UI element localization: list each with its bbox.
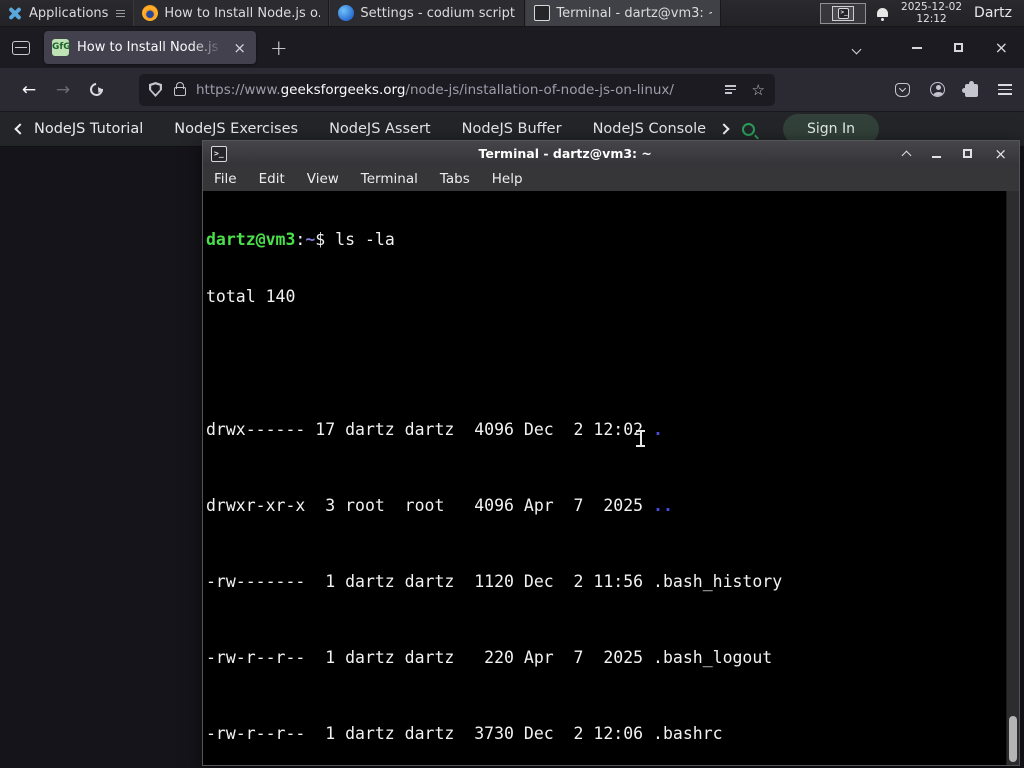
app-menu-icon[interactable] (998, 83, 1012, 96)
browser-window-controls: × (911, 39, 1024, 56)
terminal-scrollbar[interactable] (1006, 191, 1019, 765)
extensions-puzzle-icon[interactable] (962, 81, 978, 97)
applications-menu-button[interactable]: Applications (0, 0, 133, 26)
clock-date: 2025-12-02 (901, 1, 963, 13)
file-name: .bashrc (653, 724, 723, 743)
scrollbar-thumb[interactable] (1009, 716, 1017, 762)
lock-icon[interactable] (174, 82, 186, 96)
file-name: .bash_logout (653, 648, 773, 667)
nav-scroll-right-icon[interactable] (718, 121, 730, 137)
file-name: .. (653, 496, 673, 515)
geeksforgeeks-favicon: GfG (52, 39, 71, 56)
distro-logo-icon (6, 5, 23, 22)
listing-row: drwx------ 17 dartz dartz 4096 Dec 2 12:… (206, 420, 663, 439)
terminal-menu-item[interactable]: File (203, 171, 248, 187)
list-all-tabs-icon[interactable] (851, 38, 862, 57)
firefox-view-icon[interactable] (12, 40, 30, 55)
terminal-menu-item[interactable]: Help (481, 171, 534, 187)
site-nav-link[interactable]: NodeJS Buffer (462, 121, 562, 137)
site-nav: NodeJS Tutorial NodeJS Exercises NodeJS As… (34, 121, 734, 137)
reload-icon[interactable] (87, 80, 106, 99)
reader-mode-icon[interactable] (724, 84, 736, 95)
applications-label: Applications (29, 5, 109, 21)
desktop: Applications How to Install Node.js o...… (0, 0, 1024, 768)
site-search-icon[interactable] (742, 122, 755, 136)
minimize-icon[interactable] (911, 46, 922, 49)
file-name: . (653, 420, 663, 439)
prompt-user-host: dartz@vm3 (206, 230, 296, 249)
url-domain: geeksforgeeks.org (280, 81, 406, 98)
top-panel: Applications How to Install Node.js o...… (0, 0, 1024, 27)
tab-close-icon[interactable]: × (231, 39, 248, 57)
url-prefix: https://www. (196, 81, 281, 98)
window-icon (534, 5, 551, 21)
close-icon[interactable]: × (995, 39, 1008, 56)
terminal-minimize-icon[interactable] (932, 155, 942, 158)
prompt-command: $ ls -la (315, 230, 395, 249)
taskbar-window-button[interactable]: How to Install Node.js o... (133, 0, 330, 26)
terminal-titlebar[interactable]: >_ Terminal - dartz@vm3: ~ × (203, 141, 1019, 166)
workspace-switcher[interactable]: >_ (820, 3, 867, 24)
notification-bell-icon[interactable] (876, 7, 889, 21)
workspace-window-thumbnail: >_ (832, 6, 855, 21)
site-nav-link[interactable]: NodeJS Tutorial (34, 121, 143, 137)
window-icon (142, 5, 159, 21)
terminal-menu-item[interactable]: View (296, 171, 350, 187)
nav-scroll-left-icon[interactable] (14, 121, 26, 137)
terminal-mini-icon: >_ (837, 8, 849, 19)
listing-row: -rw-r--r-- 1 dartz dartz 3730 Dec 2 12:0… (206, 724, 723, 743)
back-button[interactable]: ← (12, 80, 46, 100)
pocket-save-icon[interactable] (895, 82, 910, 97)
prompt-path: ~ (305, 230, 316, 249)
terminal-window: >_ Terminal - dartz@vm3: ~ × File Edit Vie… (202, 140, 1020, 766)
file-name: .bash_history (653, 572, 783, 591)
system-tray: 2025-12-02 12:12 Dartz (872, 0, 1024, 26)
new-tab-button[interactable]: + (270, 36, 288, 60)
window-button-label: Settings - codium script... (360, 5, 517, 21)
user-menu[interactable]: Dartz (974, 5, 1016, 21)
panel-spacer (721, 0, 820, 26)
terminal-window-icon: >_ (211, 145, 227, 162)
menu-lines-icon (116, 9, 126, 17)
site-nav-link[interactable]: NodeJS Console (593, 121, 707, 137)
taskbar-window-button[interactable]: Terminal - dartz@vm3: ~ (525, 0, 722, 26)
url-path: /node-js/installation-of-node-js-on-linu… (405, 81, 674, 98)
firefox-toolbar: ← → https://www.geeksforgeeks.org/node-j… (0, 68, 1024, 112)
bookmark-star-icon[interactable]: ☆ (752, 81, 765, 99)
window-button-label: Terminal - dartz@vm3: ~ (556, 5, 713, 21)
window-icon (338, 5, 355, 21)
clock[interactable]: 2025-12-02 12:12 (901, 1, 962, 25)
tab-title: How to Install Node.js on (77, 40, 224, 55)
taskbar-window-button[interactable]: Settings - codium script... (329, 0, 526, 26)
site-nav-link[interactable]: NodeJS Assert (329, 121, 431, 137)
url-text: https://www.geeksforgeeks.org/node-js/in… (196, 82, 674, 98)
window-button-list: How to Install Node.js o... Settings - c… (133, 0, 722, 26)
terminal-close-icon[interactable]: × (994, 146, 1007, 161)
window-button-label: How to Install Node.js o... (164, 5, 321, 21)
total-line: total 140 (206, 287, 296, 306)
clock-time: 12:12 (916, 13, 947, 25)
listing-row: -rw-r--r-- 1 dartz dartz 220 Apr 7 2025 … (206, 648, 773, 667)
file-listing: drwx------ 17 dartz dartz 4096 Dec 2 12:… (206, 344, 1019, 765)
prompt-line: dartz@vm3:~$ ls -la (206, 230, 395, 249)
browser-tab[interactable]: GfG How to Install Node.js on × (44, 31, 256, 64)
firefox-tab-bar: GfG How to Install Node.js on × + × (0, 27, 1024, 68)
terminal-menubar: File Edit View Terminal Tabs Help (203, 166, 1019, 191)
terminal-menu-item[interactable]: Tabs (429, 171, 481, 187)
terminal-content[interactable]: dartz@vm3:~$ ls -la total 140 drwx------… (203, 191, 1019, 765)
listing-row: -rw------- 1 dartz dartz 1120 Dec 2 11:5… (206, 572, 783, 591)
terminal-menu-item[interactable]: Terminal (350, 171, 429, 187)
tracking-shield-icon[interactable] (149, 82, 162, 97)
terminal-title: Terminal - dartz@vm3: ~ (478, 146, 652, 161)
shade-icon[interactable] (901, 144, 912, 163)
maximize-icon[interactable] (953, 43, 963, 52)
terminal-maximize-icon[interactable] (963, 149, 973, 158)
url-bar[interactable]: https://www.geeksforgeeks.org/node-js/in… (139, 73, 775, 106)
account-icon[interactable] (930, 82, 945, 97)
forward-button[interactable]: → (46, 80, 80, 100)
site-nav-link[interactable]: NodeJS Exercises (174, 121, 298, 137)
terminal-menu-item[interactable]: Edit (248, 171, 296, 187)
listing-row: drwxr-xr-x 3 root root 4096 Apr 7 2025 .… (206, 496, 673, 515)
